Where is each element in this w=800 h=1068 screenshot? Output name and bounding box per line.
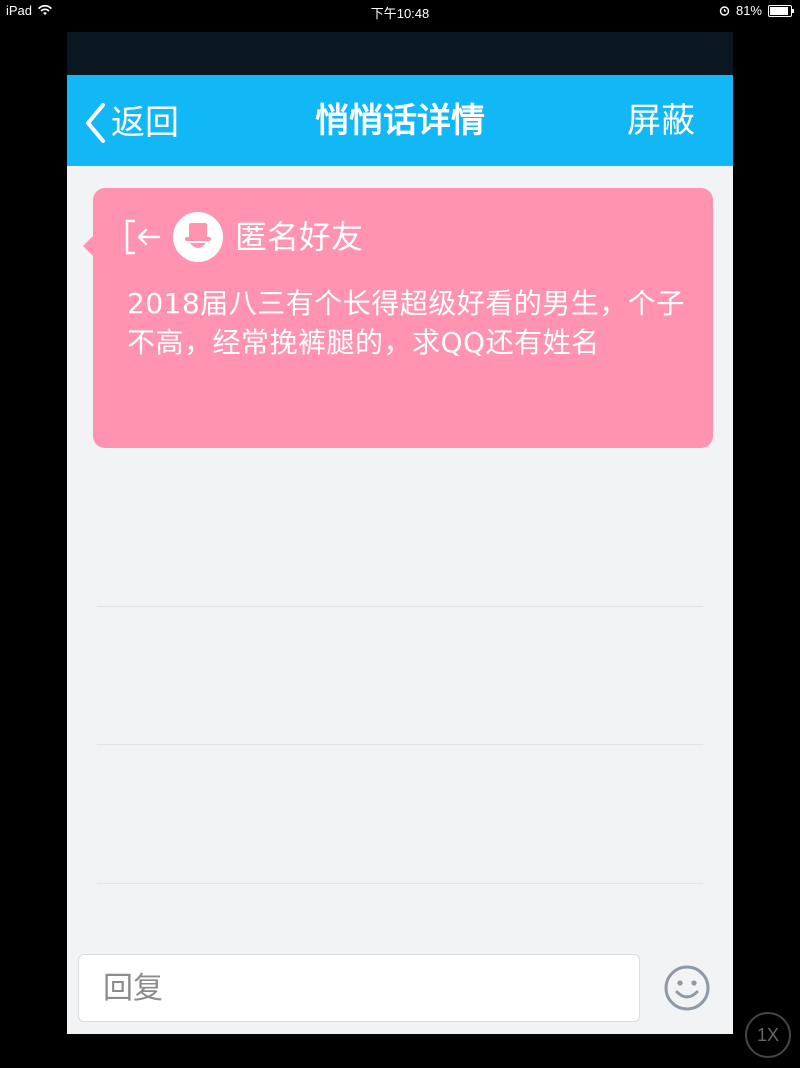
reply-bar (67, 942, 733, 1034)
smiley-icon[interactable] (663, 964, 711, 1012)
nav-bar: 返回 悄悄话详情 屏蔽 (67, 75, 733, 166)
message-bubble: 匿名好友 2018届八三有个长得超级好看的男生，个子不高，经常挽裤腿的，求QQ还… (83, 188, 713, 448)
anonymous-avatar (173, 212, 223, 262)
divider (97, 606, 703, 607)
battery-percent: 81% (735, 3, 762, 18)
block-button[interactable]: 屏蔽 (627, 101, 695, 141)
status-time: 下午10:48 (370, 6, 430, 21)
divider (97, 744, 703, 745)
alarm-icon (719, 6, 730, 16)
zoom-button[interactable]: 1X (745, 1012, 791, 1058)
app-window: 返回 悄悄话详情 屏蔽 匿名好友 2018届八三有个长得超级好看的男生，个子不高… (67, 32, 733, 1034)
battery-icon (768, 4, 794, 17)
reply-input[interactable] (78, 954, 640, 1022)
status-bar: iPad 下午10:48 81% (0, 0, 800, 22)
anonymous-user-icon (185, 223, 211, 248)
divider (97, 883, 703, 884)
message-text: 2018届八三有个长得超级好看的男生，个子不高，经常挽裤腿的，求QQ还有姓名 (127, 287, 685, 359)
sender-name: 匿名好友 (235, 218, 364, 256)
top-strip (67, 32, 733, 75)
message-header: 匿名好友 (123, 212, 363, 262)
exit-arrow-icon (125, 219, 161, 255)
